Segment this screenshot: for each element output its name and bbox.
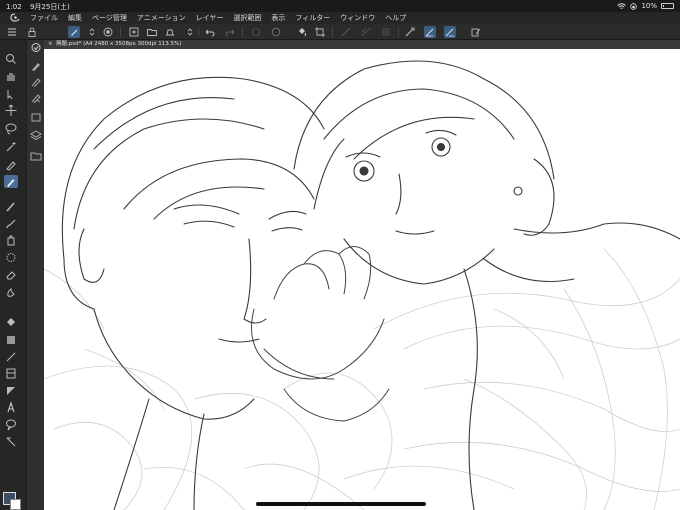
grid-icon[interactable] <box>380 26 392 38</box>
correct-line-icon[interactable] <box>4 435 18 448</box>
wifi-icon <box>617 2 627 9</box>
menu-filter[interactable]: フィルター <box>295 13 330 23</box>
menu-help[interactable]: ヘルプ <box>385 13 406 23</box>
move-layer-icon[interactable] <box>4 104 18 117</box>
sub-tool-palette <box>26 40 44 510</box>
menu-window[interactable]: ウィンドウ <box>340 13 375 23</box>
menu-animation[interactable]: アニメーション <box>137 13 186 23</box>
screen-lock-icon <box>630 2 638 10</box>
brush-icon[interactable] <box>4 217 18 230</box>
document-title: 無題.psd* (A4 2480 x 3508px 300dpi 113.5%) <box>56 41 182 47</box>
pen-tool-icon[interactable] <box>4 175 18 188</box>
toolbar-separator <box>120 27 121 37</box>
operation-icon[interactable] <box>4 88 18 101</box>
scroll-arrows-icon[interactable] <box>184 26 196 38</box>
ruler-icon[interactable] <box>340 26 352 38</box>
menu-view[interactable]: 表示 <box>271 13 285 23</box>
status-date: 9月25日(土) <box>29 3 70 11</box>
menu-file[interactable]: ファイル <box>30 13 58 23</box>
close-tab-icon[interactable]: × <box>48 40 53 49</box>
fill-layer-icon[interactable] <box>296 26 308 38</box>
menu-selection[interactable]: 選択範囲 <box>233 13 261 23</box>
clear-selection-icon[interactable] <box>250 26 262 38</box>
rough-sketch-lines <box>44 248 680 510</box>
zoom-icon[interactable] <box>4 52 18 65</box>
snap-ruler-icon[interactable] <box>404 26 416 38</box>
snap-grid-icon[interactable] <box>444 26 456 38</box>
decoration-icon[interactable] <box>4 251 18 264</box>
gradient-icon[interactable] <box>4 333 18 346</box>
airbrush-icon[interactable] <box>4 234 18 247</box>
undo-icon[interactable] <box>204 26 216 38</box>
transform-icon[interactable] <box>270 26 282 38</box>
record-icon[interactable] <box>102 26 114 38</box>
mapping-pen-subtool-icon[interactable] <box>30 92 42 103</box>
tool-palette <box>0 40 26 510</box>
frame-border-icon[interactable] <box>4 367 18 380</box>
figure-icon[interactable] <box>4 350 18 363</box>
ios-status-bar: 1:02 9月25日(土) 10% <box>0 0 680 12</box>
document-tab[interactable]: × 無題.psd* (A4 2480 x 3508px 300dpi 113.5… <box>44 40 680 49</box>
perspective-icon[interactable] <box>360 26 372 38</box>
magic-wand-icon[interactable] <box>4 140 18 153</box>
status-time: 1:02 <box>6 3 22 11</box>
snap-special-ruler-icon[interactable] <box>424 26 436 38</box>
clip-studio-logo-icon[interactable] <box>8 13 22 23</box>
pencil-icon[interactable] <box>4 200 18 213</box>
home-indicator <box>256 502 426 506</box>
blend-icon[interactable] <box>4 285 18 298</box>
marker-subtool-icon[interactable] <box>30 76 42 87</box>
sub-tool-menu-icon[interactable] <box>30 42 42 53</box>
sketch-illustration <box>44 60 680 510</box>
save-icon[interactable] <box>164 26 176 38</box>
crop-icon[interactable] <box>314 26 326 38</box>
menu-page[interactable]: ページ管理 <box>92 13 127 23</box>
sub-color-swatch[interactable] <box>10 499 21 510</box>
command-bar <box>0 24 680 40</box>
stepper-arrows-icon[interactable] <box>86 26 98 38</box>
hand-icon[interactable] <box>4 70 18 83</box>
lasso-icon[interactable] <box>4 122 18 135</box>
menu-layer[interactable]: レイヤー <box>196 13 224 23</box>
toolbar-separator <box>332 27 333 37</box>
toolbar-separator <box>242 27 243 37</box>
edit-icon[interactable] <box>470 26 482 38</box>
open-folder-icon[interactable] <box>146 26 158 38</box>
lock-icon[interactable] <box>26 26 38 38</box>
right-figure <box>293 60 680 510</box>
gpen-subtool-icon[interactable] <box>30 60 42 71</box>
eyedropper-icon[interactable] <box>4 158 18 171</box>
new-file-icon[interactable] <box>128 26 140 38</box>
battery-percent: 10% <box>641 2 657 10</box>
menu-bar: ファイル 編集 ページ管理 アニメーション レイヤー 選択範囲 表示 フィルター… <box>0 12 680 24</box>
folder-subtool-icon[interactable] <box>30 150 42 161</box>
menu-edit[interactable]: 編集 <box>68 13 82 23</box>
left-figure <box>61 76 325 510</box>
pen-pressure-icon[interactable] <box>68 26 80 38</box>
eraser-icon[interactable] <box>4 268 18 281</box>
ruler-tool-icon[interactable] <box>4 384 18 397</box>
layer-subtool-icon[interactable] <box>30 130 42 141</box>
hands <box>251 246 390 422</box>
text-icon[interactable] <box>4 401 18 414</box>
hamburger-menu-icon[interactable] <box>6 26 18 38</box>
drawing-canvas[interactable] <box>44 49 680 510</box>
redo-icon[interactable] <box>224 26 236 38</box>
toolbar-separator <box>398 27 399 37</box>
balloon-icon[interactable] <box>4 418 18 431</box>
fill-icon[interactable] <box>4 316 18 329</box>
battery-icon <box>661 3 674 9</box>
material-subtool-icon[interactable] <box>30 112 42 123</box>
toolbar-separator <box>198 27 199 37</box>
